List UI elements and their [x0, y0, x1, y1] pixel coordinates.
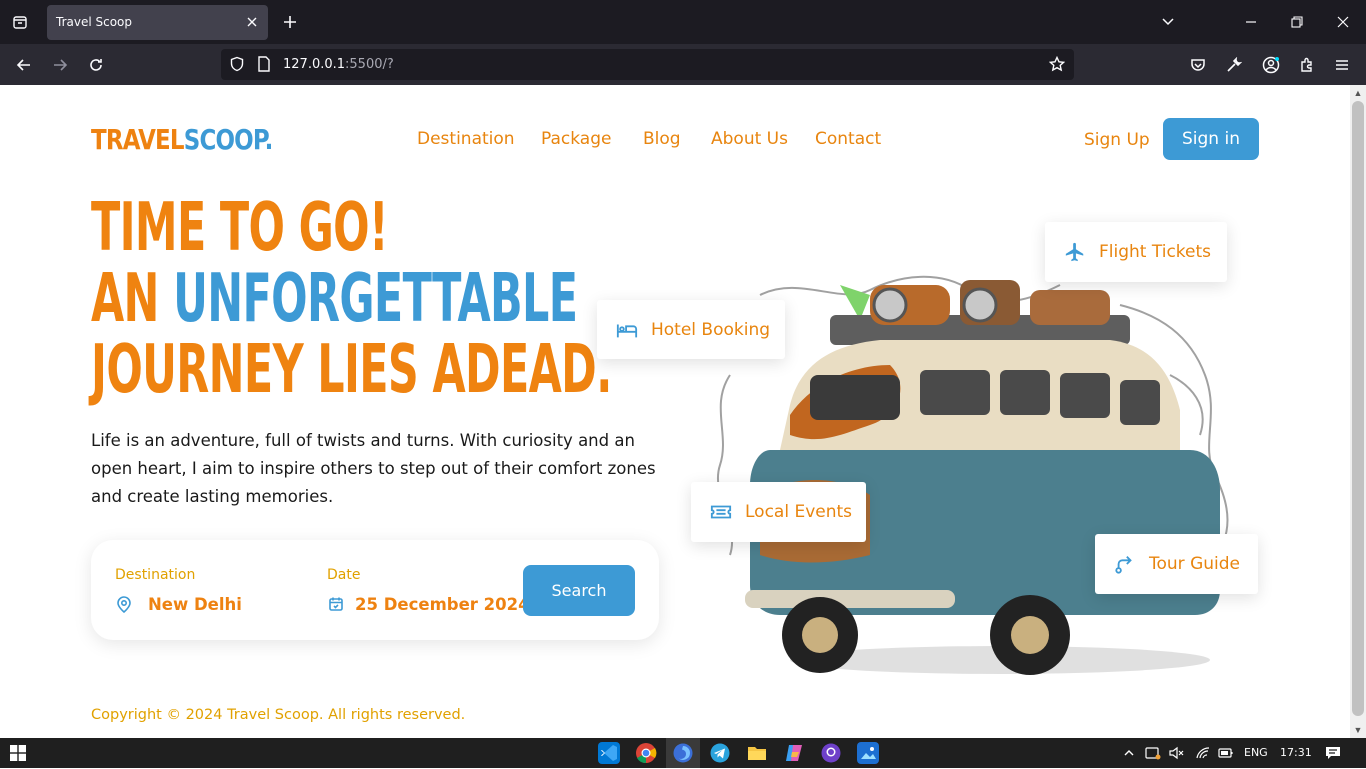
wifi-icon[interactable]	[1195, 745, 1211, 761]
logo-text-scoop: SCOOP	[183, 123, 266, 156]
chevron-down-icon[interactable]	[1158, 12, 1178, 32]
copyright-text: Copyright © 2024 Travel Scoop. All right…	[91, 707, 466, 723]
vscode-icon[interactable]	[598, 742, 620, 764]
nav-destination[interactable]: Destination	[417, 129, 515, 149]
back-arrow-icon[interactable]	[12, 53, 36, 77]
browser-nav-bar: 127.0.0.1:5500/?	[0, 44, 1366, 85]
calendar-icon	[327, 595, 345, 613]
windows-start-icon[interactable]	[10, 745, 26, 766]
scroll-thumb[interactable]	[1352, 101, 1364, 716]
page-scrollbar[interactable]: ▲ ▼	[1350, 85, 1366, 738]
site-logo[interactable]: TRAVELSCOOP.	[91, 123, 273, 156]
url-bar[interactable]: 127.0.0.1:5500/?	[221, 49, 1074, 80]
tab-list-icon[interactable]	[8, 10, 32, 34]
shield-icon[interactable]	[229, 56, 245, 77]
hero-line-3: JOURNEY LIES ADEAD.	[91, 330, 612, 408]
local-events-label: Local Events	[745, 502, 853, 522]
destination-value[interactable]: New Delhi	[148, 595, 242, 614]
restore-icon[interactable]	[1287, 12, 1307, 32]
hotel-booking-label: Hotel Booking	[651, 319, 771, 340]
browser-tab[interactable]: Travel Scoop	[47, 5, 268, 40]
nav-about-us[interactable]: About Us	[711, 129, 788, 149]
sign-up-link[interactable]: Sign Up	[1084, 130, 1150, 150]
account-icon[interactable]	[1259, 53, 1283, 77]
tour-guide-label: Tour Guide	[1149, 554, 1240, 574]
copilot-icon[interactable]	[783, 742, 805, 764]
url-path: :5500/?	[345, 57, 394, 72]
notification-status-icon[interactable]	[1145, 745, 1161, 761]
hero-line-2-an: AN	[91, 259, 174, 337]
hero-line-1: TIME TO GO!	[91, 188, 389, 266]
scroll-up-icon[interactable]: ▲	[1350, 85, 1366, 101]
location-pin-icon	[115, 595, 133, 613]
nav-blog[interactable]: Blog	[643, 129, 681, 149]
flight-tickets-label: Flight Tickets	[1099, 242, 1212, 262]
scroll-down-icon[interactable]: ▼	[1350, 722, 1366, 738]
plane-icon	[1063, 240, 1087, 264]
local-events-badge[interactable]: Local Events	[691, 482, 866, 542]
logo-dot: .	[264, 123, 274, 156]
ticket-icon	[709, 500, 733, 524]
windows-taskbar: ENG 17:31	[0, 738, 1366, 768]
search-button[interactable]: Search	[523, 565, 635, 616]
file-explorer-icon[interactable]	[746, 742, 768, 764]
nav-contact[interactable]: Contact	[815, 129, 881, 149]
battery-icon[interactable]	[1218, 745, 1234, 761]
page-icon	[257, 56, 271, 77]
hamburger-menu-icon[interactable]	[1330, 53, 1354, 77]
nav-package[interactable]: Package	[541, 129, 611, 149]
wrench-icon[interactable]	[1222, 53, 1246, 77]
language-indicator[interactable]: ENG	[1244, 746, 1268, 759]
destination-label: Destination	[115, 567, 196, 583]
page-content: TRAVELSCOOP. Destination Package Blog Ab…	[0, 85, 1350, 738]
github-icon[interactable]	[820, 742, 842, 764]
reload-icon[interactable]	[84, 53, 108, 77]
action-center-icon[interactable]	[1325, 745, 1341, 761]
photos-icon[interactable]	[857, 742, 879, 764]
hotel-booking-badge[interactable]: Hotel Booking	[597, 300, 785, 359]
route-icon	[1113, 552, 1137, 576]
chevron-up-icon[interactable]	[1121, 745, 1137, 761]
browser-tab-bar: Travel Scoop	[0, 0, 1366, 44]
star-icon[interactable]	[1048, 55, 1066, 77]
sign-in-button[interactable]: Sign in	[1163, 118, 1259, 160]
firefox-icon[interactable]	[672, 742, 694, 764]
tour-guide-badge[interactable]: Tour Guide	[1095, 534, 1258, 594]
search-card: Destination New Delhi Date 25 December 2…	[91, 540, 659, 640]
url-text: 127.0.0.1:5500/?	[283, 57, 394, 72]
clock[interactable]: 17:31	[1280, 746, 1312, 759]
volume-muted-icon[interactable]	[1168, 745, 1184, 761]
minimize-icon[interactable]	[1241, 12, 1261, 32]
close-icon[interactable]	[244, 14, 260, 30]
hero-description: Life is an adventure, full of twists and…	[91, 431, 656, 506]
url-host: 127.0.0.1	[283, 57, 346, 72]
date-label: Date	[327, 567, 361, 583]
extensions-icon[interactable]	[1295, 53, 1319, 77]
forward-arrow-icon[interactable]	[48, 53, 72, 77]
tab-title: Travel Scoop	[56, 15, 133, 29]
telegram-icon[interactable]	[709, 742, 731, 764]
close-window-icon[interactable]	[1333, 12, 1353, 32]
new-tab-icon[interactable]	[279, 11, 301, 33]
logo-text-travel: TRAVEL	[91, 123, 185, 156]
bed-icon	[615, 318, 639, 342]
pocket-icon[interactable]	[1186, 53, 1210, 77]
hero-line-2: AN UNFORGETTABLE	[91, 263, 578, 334]
date-value[interactable]: 25 December 2024	[355, 595, 530, 614]
chrome-icon[interactable]	[635, 742, 657, 764]
flight-tickets-badge[interactable]: Flight Tickets	[1045, 222, 1227, 282]
hero-line-2-unforgettable: UNFORGETTABLE	[173, 259, 578, 337]
